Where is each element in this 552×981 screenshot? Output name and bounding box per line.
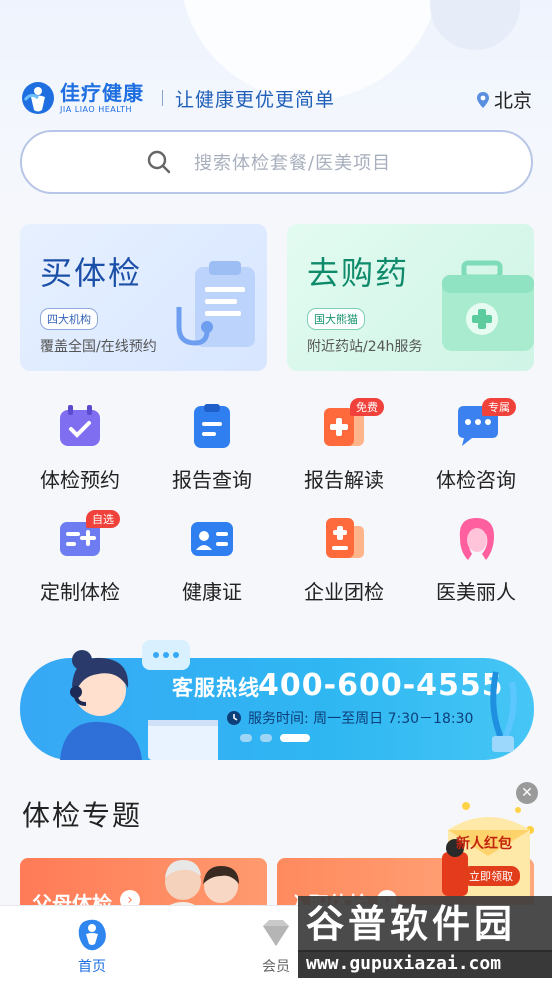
- slogan: 让健康更优更简单: [175, 88, 336, 111]
- buy-checkup-card[interactable]: 买体检 四大机构 覆盖全国/在线预约: [20, 224, 267, 371]
- grid-label: 报告查询: [172, 468, 252, 492]
- calendar-check-icon: [60, 405, 100, 446]
- city-name: 北京: [493, 90, 532, 112]
- grid-label: 医美丽人: [436, 580, 516, 604]
- grid-item-report-interpret[interactable]: 免费 报告解读: [278, 398, 410, 498]
- city-selector[interactable]: 北京: [476, 86, 532, 113]
- card-title: 买体检: [40, 254, 143, 292]
- hours-text: 服务时间: 周一至周日 7:30－18:30: [248, 711, 474, 727]
- divider: [162, 90, 163, 106]
- buy-medicine-card[interactable]: 去购药 国大熊猫 附近药站/24h服务: [287, 224, 534, 371]
- close-icon[interactable]: ✕: [516, 782, 538, 804]
- search-placeholder: 搜索体检套餐/医美项目: [194, 153, 392, 174]
- grid-label: 体检预约: [40, 468, 120, 492]
- search-bar[interactable]: 搜索体检套餐/医美项目: [20, 130, 533, 194]
- card-desc: 覆盖全国/在线预约: [40, 339, 157, 355]
- grid-label: 企业团检: [304, 580, 384, 604]
- logo-en: JIA LIAO HEALTH: [60, 104, 133, 114]
- watermark-cn: 谷普软件园: [298, 896, 552, 952]
- report-icon: [194, 404, 230, 448]
- watermark-url: www.gupuxiazai.com: [298, 950, 552, 978]
- grid-item-custom-checkup[interactable]: 自选 定制体检: [14, 510, 146, 610]
- grid-item-report-query[interactable]: 报告查询: [146, 398, 278, 498]
- grid-item-health-certificate[interactable]: 健康证: [146, 510, 278, 610]
- card-tag: 国大熊猫: [307, 308, 365, 330]
- id-card-icon: [191, 522, 233, 556]
- grid-item-medical-beauty[interactable]: 医美丽人: [410, 510, 542, 610]
- plant-illustration: [490, 671, 517, 752]
- beauty-icon: [459, 518, 494, 560]
- app-header: 佳疗健康 JIA LIAO HEALTH 让健康更优更简单 北京: [20, 80, 532, 116]
- hotline-banner[interactable]: 客服热线 400-600-4555 服务时间: 周一至周日 7:30－18:30: [20, 640, 534, 760]
- carousel-dot-active[interactable]: [280, 734, 310, 742]
- card-desc: 附近药站/24h服务: [307, 339, 423, 355]
- watermark-overlay: 谷普软件园 www.gupuxiazai.com: [298, 896, 552, 981]
- grid-label: 报告解读: [304, 468, 384, 492]
- hotline-number: 400-600-4555: [258, 668, 504, 703]
- service-hours: 服务时间: 周一至周日 7:30－18:30: [226, 708, 473, 728]
- badge-optional: 自选: [86, 510, 120, 528]
- card-title: 去购药: [307, 254, 410, 292]
- hotline-label: 客服热线: [172, 676, 260, 700]
- logo-cn: 佳疗健康: [60, 80, 144, 105]
- carousel-dot[interactable]: [240, 734, 252, 742]
- new-user-redpacket[interactable]: 新人红包 立即领取: [438, 800, 538, 900]
- section-title: 体检专题: [22, 799, 143, 832]
- carousel-indicator: [240, 734, 310, 742]
- clock-icon: [227, 711, 241, 725]
- card-tag: 四大机构: [40, 308, 98, 330]
- grid-item-checkup-booking[interactable]: 体检预约: [14, 398, 146, 498]
- tab-home[interactable]: 首页: [42, 914, 142, 978]
- medkit-icon: [442, 260, 534, 351]
- claim-button[interactable]: 立即领取: [462, 866, 520, 886]
- home-logo-icon: [78, 919, 106, 951]
- badge-free: 免费: [350, 398, 384, 416]
- search-icon: [147, 150, 171, 174]
- logo-text: 佳疗健康 JIA LIAO HEALTH: [60, 83, 144, 114]
- enterprise-doc-icon: [326, 518, 364, 558]
- grid-label: 定制体检: [40, 580, 120, 604]
- location-pin-icon: [476, 91, 489, 108]
- redpacket-title: 新人红包: [456, 836, 512, 852]
- badge-exclusive: 专属: [482, 398, 516, 416]
- grid-label: 体检咨询: [436, 468, 516, 492]
- grid-item-checkup-consult[interactable]: 专属 体检咨询: [410, 398, 542, 498]
- clipboard-stethoscope-icon: [176, 261, 255, 347]
- grid-label: 健康证: [182, 580, 242, 604]
- diamond-icon: [263, 920, 289, 946]
- logo-icon: [22, 82, 54, 114]
- tab-label: 首页: [78, 959, 106, 975]
- carousel-dot[interactable]: [260, 734, 272, 742]
- grid-item-enterprise-checkup[interactable]: 企业团检: [278, 510, 410, 610]
